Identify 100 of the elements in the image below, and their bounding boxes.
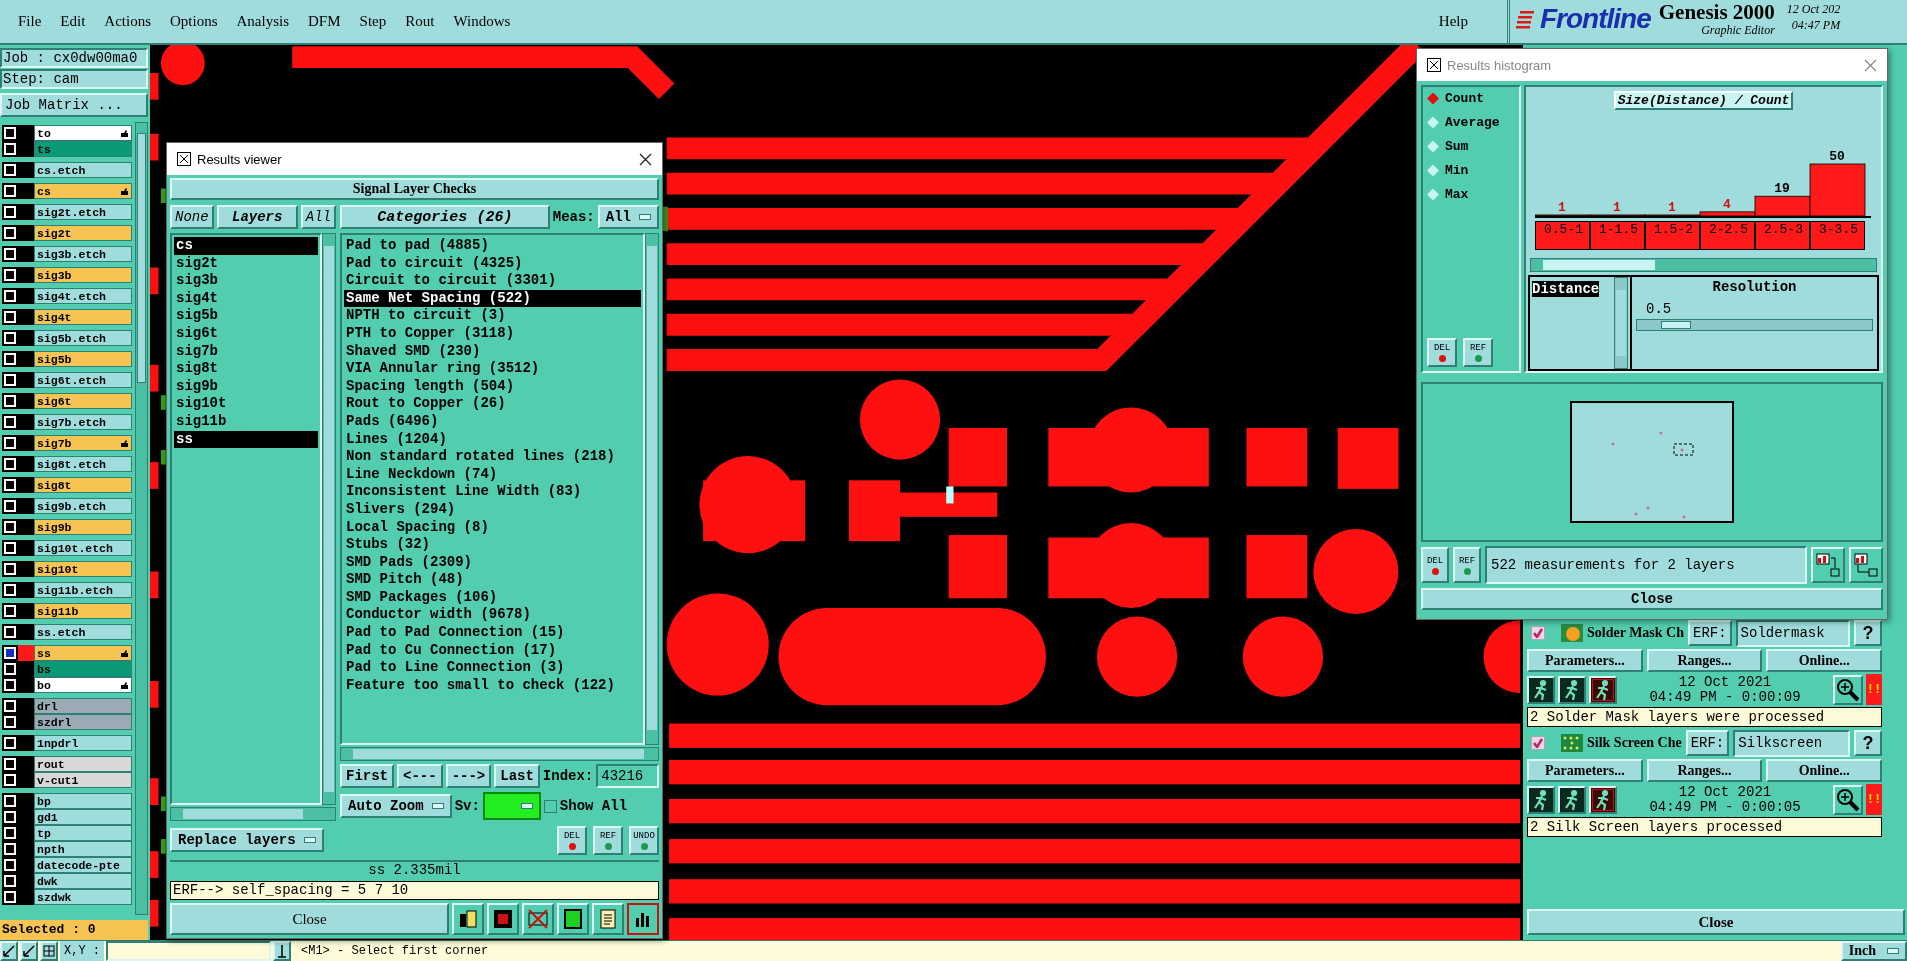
layer-name[interactable]: sig5b bbox=[34, 351, 132, 367]
check-option-button[interactable]: Parameters... bbox=[1527, 759, 1643, 782]
layer-checkbox[interactable] bbox=[4, 479, 16, 491]
check-option-button[interactable]: Online... bbox=[1766, 759, 1882, 782]
mode-radio[interactable]: Count bbox=[1427, 91, 1484, 106]
units-dropdown[interactable]: Inch bbox=[1841, 941, 1907, 961]
categories-button[interactable]: Categories (26) bbox=[340, 205, 550, 229]
layer-name[interactable]: szdrl bbox=[34, 714, 132, 730]
mode-radio[interactable]: Average bbox=[1427, 115, 1500, 130]
check-option-button[interactable]: Ranges... bbox=[1646, 649, 1763, 672]
layer-list-item[interactable]: sig7b bbox=[174, 342, 318, 361]
layer-checkbox[interactable] bbox=[4, 663, 16, 675]
check-checkbox[interactable] bbox=[1531, 626, 1545, 640]
category-list-item[interactable]: Stubs (32) bbox=[344, 536, 641, 554]
scroll-thumb[interactable] bbox=[1543, 260, 1655, 270]
scroll-thumb[interactable] bbox=[353, 749, 644, 759]
category-list-item[interactable]: Same Net Spacing (522) bbox=[344, 289, 641, 308]
help-menu[interactable]: Help bbox=[1428, 13, 1477, 30]
slider-thumb[interactable] bbox=[1660, 321, 1691, 329]
tool-button[interactable]: REF bbox=[1463, 338, 1493, 367]
layer-name[interactable]: cs bbox=[34, 183, 132, 199]
layer-checkbox[interactable] bbox=[4, 679, 16, 691]
category-list-item[interactable]: Non standard rotated lines (218) bbox=[344, 448, 641, 466]
layer-checkbox[interactable] bbox=[4, 521, 16, 533]
layer-list-item[interactable]: sig10t bbox=[174, 395, 318, 413]
run-button[interactable] bbox=[1527, 785, 1555, 814]
layer-name[interactable]: v-cut1 bbox=[34, 772, 132, 788]
scroll-thumb[interactable] bbox=[647, 246, 657, 730]
layer-name[interactable]: npth bbox=[34, 841, 132, 857]
scroll-thumb[interactable] bbox=[1616, 290, 1626, 356]
close-icon[interactable] bbox=[639, 152, 652, 166]
run-button[interactable] bbox=[1527, 675, 1555, 704]
category-list-item[interactable]: SMD Pads (2309) bbox=[344, 553, 641, 572]
layer-name[interactable]: datecode-pte bbox=[34, 857, 132, 873]
mode-radio[interactable]: Max bbox=[1427, 187, 1469, 202]
tool-button[interactable]: REF bbox=[593, 825, 623, 855]
run-button[interactable] bbox=[1558, 785, 1586, 814]
category-list-item[interactable]: Pad to Line Connection (3) bbox=[344, 659, 641, 677]
layer-name[interactable]: sig8t bbox=[34, 477, 132, 493]
layer-name[interactable]: sig8t.etch bbox=[34, 456, 132, 472]
close-button[interactable]: Close bbox=[1527, 909, 1905, 935]
navigation-button[interactable]: <--- bbox=[397, 764, 443, 788]
menu-item[interactable]: Analysis bbox=[226, 13, 299, 30]
layer-checkbox[interactable] bbox=[4, 416, 16, 428]
layer-name[interactable]: sig10t bbox=[34, 561, 132, 577]
menu-item[interactable]: Edit bbox=[50, 13, 95, 30]
section-button[interactable]: Signal Layer Checks bbox=[170, 178, 659, 200]
scroll-thumb[interactable] bbox=[324, 246, 334, 792]
category-list-item[interactable]: Pad to pad (4885) bbox=[344, 237, 641, 255]
layer-name[interactable]: ts bbox=[34, 141, 132, 157]
zoom-mode-dropdown[interactable]: Auto Zoom bbox=[340, 794, 452, 818]
category-list-item[interactable]: NPTH to circuit (3) bbox=[344, 307, 641, 325]
erf-button[interactable]: ERF: bbox=[1685, 730, 1730, 756]
category-list-item[interactable]: Local Spacing (8) bbox=[344, 518, 641, 537]
check-option-button[interactable]: Ranges... bbox=[1646, 759, 1763, 782]
category-list-item[interactable]: SMD Packages (106) bbox=[344, 588, 641, 607]
layer-checkbox[interactable] bbox=[4, 875, 16, 887]
category-list-item[interactable]: VIA Annular ring (3512) bbox=[344, 360, 641, 378]
layer-checkbox[interactable] bbox=[4, 458, 16, 470]
layer-checkbox[interactable] bbox=[4, 164, 16, 176]
layer-checkbox[interactable] bbox=[4, 605, 16, 617]
scrollbar[interactable] bbox=[340, 747, 659, 761]
layer-name[interactable]: sig11b.etch bbox=[34, 582, 132, 598]
layer-checkbox[interactable] bbox=[4, 395, 16, 407]
menu-item[interactable]: File bbox=[8, 13, 51, 30]
category-list-item[interactable]: Inconsistent Line Width (83) bbox=[344, 483, 641, 501]
layer-checkbox[interactable] bbox=[4, 353, 16, 365]
menu-item[interactable]: Options bbox=[160, 13, 227, 30]
category-list-item[interactable]: Circuit to circuit (3301) bbox=[344, 272, 641, 290]
menu-item[interactable]: Actions bbox=[94, 13, 160, 30]
layer-checkbox[interactable] bbox=[4, 700, 16, 712]
tool-button[interactable] bbox=[627, 903, 659, 935]
layer-checkbox[interactable] bbox=[4, 827, 16, 839]
layer-checkbox[interactable] bbox=[4, 563, 16, 575]
layer-name[interactable]: sig3b.etch bbox=[34, 246, 132, 262]
layer-name[interactable]: bp bbox=[34, 793, 132, 809]
tool-button[interactable]: DEL bbox=[557, 825, 587, 855]
job-matrix-button[interactable]: Job Matrix ... bbox=[0, 93, 148, 117]
tool-button[interactable]: REF bbox=[1453, 547, 1481, 583]
layer-checkbox[interactable] bbox=[4, 758, 16, 770]
layer-checkbox[interactable] bbox=[4, 774, 16, 786]
layer-name[interactable]: sig9b bbox=[34, 519, 132, 535]
layer-name[interactable]: to bbox=[34, 125, 132, 141]
layer-list-item[interactable]: sig6t bbox=[174, 324, 318, 343]
layer-checkbox[interactable] bbox=[4, 374, 16, 386]
menu-item[interactable]: Rout bbox=[395, 13, 444, 30]
layer-list-item[interactable]: cs bbox=[174, 237, 318, 255]
tool-button[interactable]: DEL bbox=[1427, 338, 1457, 367]
help-button[interactable]: ? bbox=[1854, 730, 1882, 756]
layer-checkbox[interactable] bbox=[4, 332, 16, 344]
check-checkbox[interactable] bbox=[1531, 736, 1545, 750]
tool-button[interactable]: DEL bbox=[1421, 547, 1449, 583]
layer-checkbox[interactable] bbox=[4, 290, 16, 302]
layer-checkbox[interactable] bbox=[4, 716, 16, 728]
scrollbar[interactable] bbox=[170, 807, 336, 821]
layer-name[interactable]: sig6t bbox=[34, 393, 132, 409]
layer-name[interactable]: gd1 bbox=[34, 809, 132, 825]
zoom-button[interactable] bbox=[1833, 674, 1863, 705]
layer-checkbox[interactable] bbox=[4, 437, 16, 449]
layer-checkbox[interactable] bbox=[4, 891, 16, 903]
